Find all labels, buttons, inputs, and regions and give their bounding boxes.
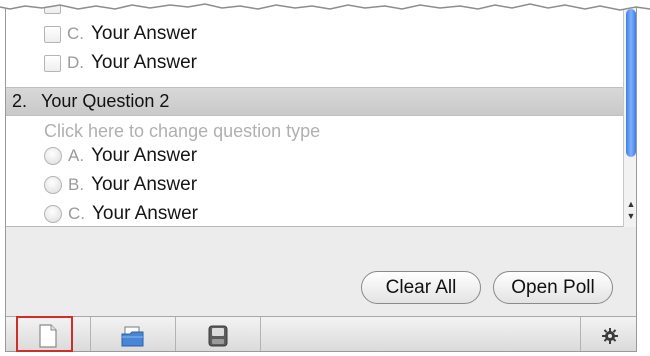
open-poll-button[interactable]: Open Poll <box>493 271 613 304</box>
bottom-toolbar <box>6 316 636 351</box>
question-header[interactable]: 2. Your Question 2 <box>6 87 623 116</box>
scroll-thumb[interactable] <box>626 9 636 157</box>
checkbox[interactable] <box>44 54 61 72</box>
option-row[interactable]: A. Your Answer <box>44 142 197 170</box>
torn-edge <box>0 0 650 11</box>
option-text[interactable]: Your Answer <box>91 23 197 45</box>
settings-button[interactable] <box>581 317 636 351</box>
option-text[interactable]: Your Answer <box>91 52 197 74</box>
option-row[interactable]: B. Your Answer <box>44 171 197 199</box>
scroll-up-arrow[interactable]: ▲ <box>626 199 636 209</box>
highlight-box <box>16 316 73 352</box>
option-letter: B. <box>68 175 85 194</box>
option-row[interactable]: D. Your Answer <box>44 49 197 77</box>
option-letter: A. <box>68 146 85 165</box>
checkbox[interactable] <box>44 25 61 43</box>
question-list[interactable]: C. Your Answer D. Your Answer 2. Your Qu… <box>6 3 623 227</box>
option-letter: D. <box>67 53 84 72</box>
poll-panel: C. Your Answer D. Your Answer 2. Your Qu… <box>5 2 637 352</box>
question-type-hint[interactable]: Click here to change question type <box>44 118 320 144</box>
option-row[interactable]: C. Your Answer <box>44 20 197 48</box>
question-number: 2. <box>12 91 28 111</box>
scroll-down-arrow[interactable]: ▼ <box>626 211 636 221</box>
clear-all-button[interactable]: Clear All <box>361 271 481 304</box>
open-poll-file-button[interactable] <box>91 317 176 351</box>
radio-button[interactable] <box>44 176 62 194</box>
vertical-scrollbar[interactable]: ▲ ▼ <box>623 3 636 227</box>
gear-icon <box>601 327 618 344</box>
toolbar-spacer <box>261 317 581 351</box>
radio-button[interactable] <box>44 205 62 223</box>
option-text[interactable]: Your Answer <box>91 174 197 196</box>
save-poll-button[interactable] <box>176 317 261 351</box>
radio-button[interactable] <box>44 147 62 165</box>
option-row[interactable]: C. Your Answer <box>44 200 198 228</box>
option-text[interactable]: Your Answer <box>92 203 198 225</box>
option-letter: C. <box>67 24 84 43</box>
option-letter: C. <box>68 204 85 223</box>
option-text[interactable]: Your Answer <box>91 145 197 167</box>
open-folder-icon <box>121 326 144 346</box>
save-disk-icon <box>208 325 228 346</box>
question-title[interactable]: Your Question 2 <box>41 91 169 112</box>
